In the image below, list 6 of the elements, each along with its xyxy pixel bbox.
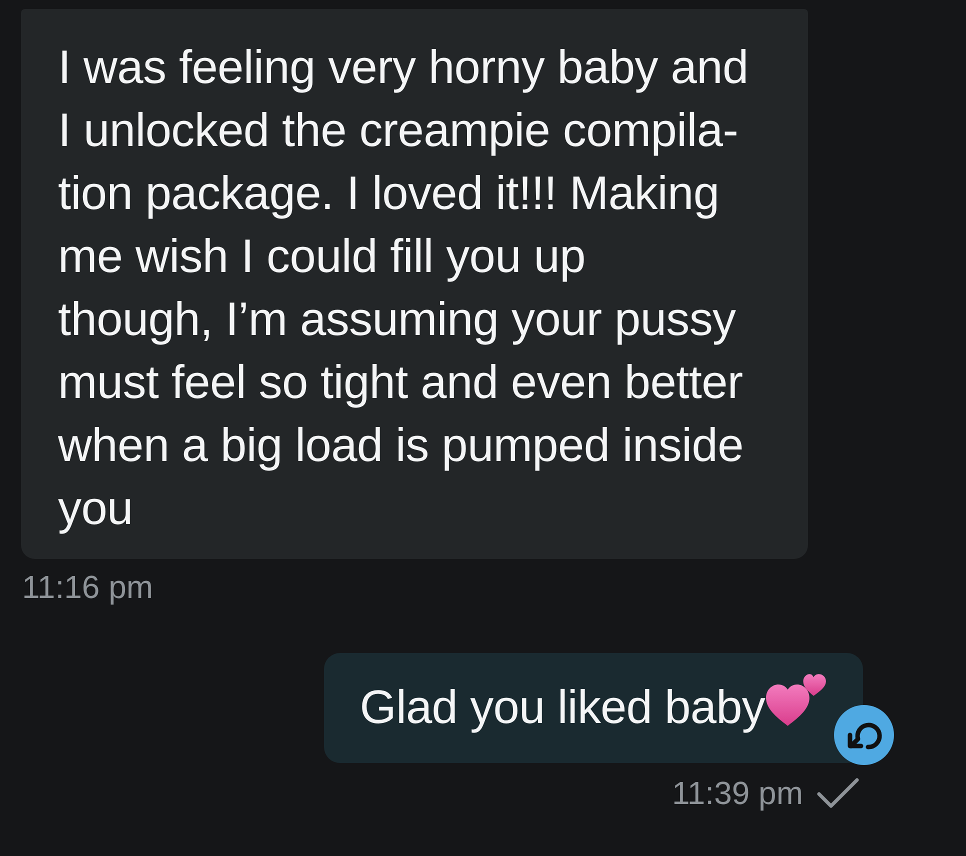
checkmark-icon xyxy=(817,778,859,808)
two-hearts-icon xyxy=(765,672,827,728)
message-time: 11:16 pm xyxy=(22,568,154,607)
message-text: I was feeling very horny baby and I unlocked the creampie compila- tion package. I loved it!!! Making me wish I could fill you up though, I’m assuming your pussy must feel so tight and even better when a big load is pumped inside you xyxy=(58,39,748,536)
message-text: Glad you liked baby xyxy=(360,680,765,734)
message-time: 11:39 pm xyxy=(672,774,803,813)
